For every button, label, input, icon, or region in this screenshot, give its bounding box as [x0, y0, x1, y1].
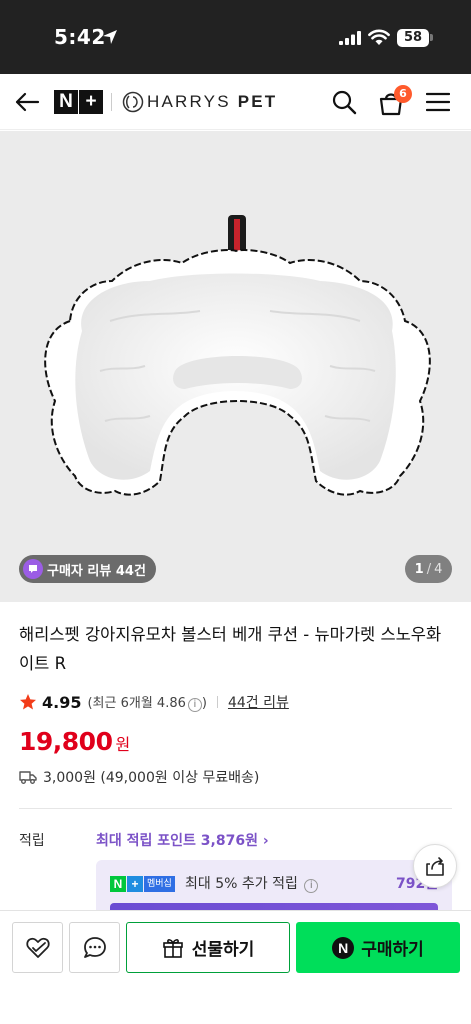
image-counter: 1 / 4 [405, 555, 452, 583]
buy-button[interactable]: N 구매하기 [296, 922, 460, 973]
image-counter-current: 1 [414, 561, 424, 577]
product-photo-pillow [44, 215, 431, 496]
review-chip-icon [23, 559, 43, 579]
product-image-gallery[interactable]: 구매자 리뷰 44건 1 / 4 [0, 131, 471, 602]
image-counter-separator: / [426, 561, 432, 577]
bottom-action-bar: 선물하기 N 구매하기 [0, 910, 471, 1024]
review-bubble-icon [29, 565, 37, 573]
share-icon [426, 857, 444, 876]
battery-tip [430, 34, 433, 41]
search-icon[interactable] [331, 89, 357, 115]
rating-row: 4.95 (최근 6개월 4.86 i) 44건 리뷰 [19, 691, 289, 713]
heart-check-icon [25, 937, 50, 958]
wishlist-button[interactable] [12, 922, 63, 973]
membership-badge-n: N [110, 876, 126, 892]
info-icon[interactable]: i [187, 698, 202, 712]
membership-extra-points: 최대 5% 추가 적립 i [185, 873, 319, 893]
talk-button[interactable] [69, 922, 120, 973]
recent-rating: (최근 6개월 4.86 i) [87, 692, 207, 712]
rating-score: 4.95 [42, 692, 82, 712]
membership-badge-text: 멤버십 [144, 876, 175, 892]
status-bar: 5:42 58 [0, 0, 471, 74]
price-row: 19,800 원 [19, 727, 130, 756]
harrys-pet-logo-icon [122, 91, 144, 113]
price-unit: 원 [115, 735, 131, 754]
shipping-row: 3,000원 (49,000원 이상 무료배송) [19, 767, 259, 787]
gift-button[interactable]: 선물하기 [126, 922, 290, 973]
max-points-link[interactable]: 최대 적립 포인트 3,876원 › [96, 830, 269, 850]
price-value: 19,800 [19, 727, 113, 756]
rating-divider [216, 696, 218, 708]
buy-button-label: 구매하기 [361, 940, 424, 960]
naver-plus-logo-plus: + [79, 90, 103, 114]
brand-name-bold: PET [237, 92, 278, 111]
membership-info-icon[interactable]: i [304, 879, 319, 893]
cart-count-badge: 6 [394, 85, 412, 103]
recent-rating-close: ) [201, 696, 207, 711]
wifi-icon [368, 29, 390, 45]
naver-plus-logo[interactable]: N + [54, 90, 103, 114]
chat-bubble-icon [83, 936, 106, 958]
buyer-review-chip[interactable]: 구매자 리뷰 44건 [19, 555, 156, 583]
back-arrow-icon[interactable] [14, 89, 40, 115]
share-button[interactable] [413, 844, 457, 888]
product-title: 해리스펫 강아지유모차 볼스터 베개 쿠션 - 뉴마가렛 스노우화이트 R [19, 625, 442, 673]
recent-rating-text: (최근 6개월 4.86 [87, 696, 186, 711]
naver-plus-membership-badge: N + 멤버십 [110, 876, 175, 892]
shipping-fee: 3,000원 (49,000원 이상 무료배송) [43, 770, 260, 786]
membership-extra-points-text: 최대 5% 추가 적립 [185, 876, 298, 892]
brand-name-light: HARRYS [147, 92, 231, 111]
review-chip-label: 구매자 리뷰 44건 [47, 563, 146, 579]
image-counter-total: 4 [434, 561, 443, 577]
gift-button-label: 선물하기 [191, 940, 255, 960]
points-label: 적립 [19, 833, 45, 849]
naver-plus-logo-n: N [54, 90, 78, 114]
star-icon [20, 694, 36, 710]
delivery-truck-icon [19, 771, 37, 784]
app-header: N + HARRYS PET 6 [0, 74, 471, 130]
location-arrow-icon [103, 30, 117, 44]
review-count-link[interactable]: 44건 리뷰 [228, 692, 289, 712]
cart-button[interactable]: 6 [377, 85, 412, 118]
gift-icon [162, 938, 183, 958]
status-time: 5:42 [54, 25, 106, 49]
harrys-pet-logo[interactable]: HARRYS PET [122, 90, 277, 114]
section-divider [19, 808, 452, 809]
hamburger-menu-icon[interactable] [426, 91, 450, 113]
brand-name: HARRYS PET [147, 92, 277, 112]
logo-divider [111, 93, 112, 111]
cellular-signal-icon [339, 31, 361, 45]
battery-level: 58 [397, 29, 429, 47]
membership-badge-plus: + [127, 876, 143, 892]
npay-icon: N [332, 936, 355, 959]
